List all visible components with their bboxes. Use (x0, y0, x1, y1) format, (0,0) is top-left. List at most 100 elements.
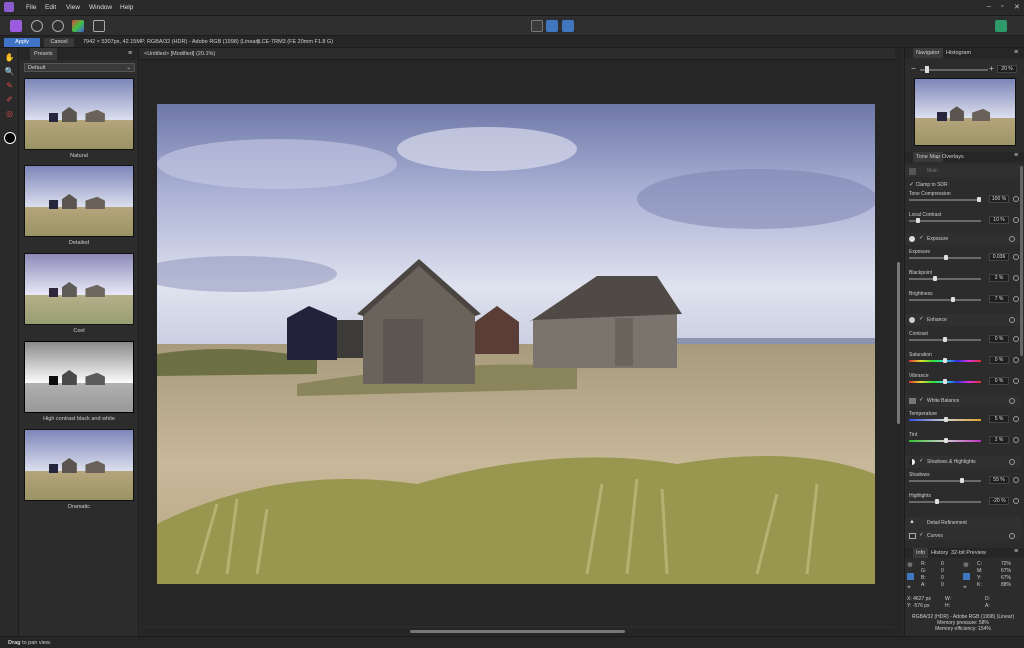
reset-icon[interactable] (1013, 498, 1019, 504)
reset-icon[interactable] (1013, 296, 1019, 302)
slider-knob[interactable] (943, 379, 947, 384)
paint-brush-icon[interactable]: ✎ (4, 80, 15, 91)
tone-mapping-persona-icon[interactable] (72, 20, 84, 32)
slider-value-field[interactable]: 0.036 (989, 253, 1009, 261)
document-tab[interactable]: <Untitled> [Modified] (20.1%) (140, 48, 895, 60)
horizontal-scrollbar[interactable] (140, 628, 895, 636)
maximize-icon[interactable]: ▫ (1001, 3, 1003, 10)
tab-overlays[interactable]: Overlays (939, 152, 967, 162)
panel-menu-icon[interactable]: ≡ (128, 50, 132, 57)
slider-value-field[interactable]: 0 % (989, 335, 1009, 343)
slider-knob[interactable] (944, 417, 949, 422)
document-image[interactable] (157, 104, 875, 584)
develop-persona-icon[interactable] (52, 20, 64, 32)
slider-knob[interactable] (932, 276, 937, 281)
curves-section-header[interactable]: ✓ Curves (905, 530, 1021, 540)
scroll-thumb[interactable] (410, 630, 625, 633)
tab-presets[interactable]: Presets (30, 48, 57, 60)
slider-value-field[interactable]: 55 % (989, 476, 1009, 484)
reset-icon[interactable] (1013, 217, 1019, 223)
preset-item[interactable]: High contrast black and white (24, 341, 134, 422)
reset-icon[interactable] (1013, 416, 1019, 422)
reset-icon[interactable] (1009, 459, 1015, 465)
shadows-highlights-section-header[interactable]: ✓ Shadows & Highlights (905, 456, 1021, 468)
view-mode-icon[interactable] (531, 20, 543, 32)
main-section-header[interactable]: Main (905, 165, 1021, 177)
account-icon[interactable] (995, 20, 1007, 32)
zoom-slider[interactable] (920, 69, 988, 71)
slider-value-field[interactable]: -20 % (989, 497, 1009, 505)
slider-knob[interactable] (934, 499, 939, 504)
slider-knob[interactable] (943, 358, 947, 363)
presets-category-dropdown[interactable]: Default ⌄ (24, 63, 135, 72)
detail-refinement-section-header[interactable]: ▲ Detail Refinement (905, 517, 1021, 529)
minimize-icon[interactable]: – (987, 3, 991, 10)
erase-brush-icon[interactable]: ✐ (4, 94, 15, 105)
slider-value-field[interactable]: 100 % (989, 195, 1009, 203)
zoom-in-icon[interactable]: + (989, 64, 994, 73)
hand-tool-icon[interactable]: ✋ (4, 52, 15, 63)
slider-track[interactable] (909, 480, 981, 482)
slider-knob[interactable] (944, 255, 949, 260)
slider-knob[interactable] (943, 337, 947, 342)
reset-icon[interactable] (1009, 317, 1015, 323)
panel-menu-icon[interactable]: ≡ (1014, 548, 1018, 555)
white-balance-section-header[interactable]: ✓ White Balance (905, 395, 1021, 407)
slider-knob[interactable] (915, 218, 920, 223)
panel-menu-icon[interactable]: ≡ (1014, 152, 1018, 159)
slider-track[interactable] (909, 501, 981, 503)
menu-help[interactable]: Help (120, 4, 133, 11)
cancel-button[interactable]: Cancel (44, 38, 74, 47)
reset-icon[interactable] (1013, 357, 1019, 363)
color-picker-icon[interactable] (907, 573, 914, 580)
zoom-tool-icon[interactable]: 🔍 (4, 66, 15, 77)
exposure-section-header[interactable]: ✓ Exposure (905, 233, 1021, 245)
slider-value-field[interactable]: 0 % (989, 356, 1009, 364)
slider-track[interactable] (909, 299, 981, 301)
mirror-view-icon[interactable] (562, 20, 574, 32)
tab-info[interactable]: Info (913, 548, 929, 558)
slider-track[interactable] (909, 220, 981, 222)
menu-file[interactable]: File (26, 4, 36, 11)
enhance-section-header[interactable]: ✓ Enhance (905, 314, 1021, 326)
scroll-thumb[interactable] (897, 262, 900, 424)
tab-histogram[interactable]: Histogram (943, 48, 974, 58)
reset-icon[interactable] (1009, 236, 1015, 242)
slider-knob[interactable] (943, 438, 948, 443)
slider-value-field[interactable]: 2 % (989, 436, 1009, 444)
slider-value-field[interactable]: 0 % (989, 377, 1009, 385)
slider-knob[interactable] (951, 297, 956, 302)
tab-navigator[interactable]: Navigator (913, 48, 943, 58)
preset-item[interactable]: Dramatic (24, 429, 134, 510)
reset-icon[interactable] (1013, 378, 1019, 384)
reset-icon[interactable] (1013, 254, 1019, 260)
slider-value-field[interactable]: 10 % (989, 216, 1009, 224)
photo-persona-icon[interactable] (10, 20, 22, 32)
slider-value-field[interactable]: 2 % (989, 274, 1009, 282)
color-swatch[interactable] (4, 132, 16, 144)
selection-brush-icon[interactable]: ◎ (4, 108, 15, 119)
export-persona-icon[interactable] (93, 20, 105, 32)
slider-knob[interactable] (977, 197, 981, 202)
apply-button[interactable]: Apply (4, 38, 40, 47)
eyedropper-icon[interactable]: ⊕ (963, 562, 969, 569)
slider-track[interactable] (909, 278, 981, 280)
split-view-icon[interactable] (546, 20, 558, 32)
eyedropper-icon[interactable]: ⊕ (907, 562, 913, 569)
zoom-out-icon[interactable]: − (911, 64, 916, 73)
reset-icon[interactable] (1013, 196, 1019, 202)
tab-32bit-preview[interactable]: 32-bit Preview (948, 548, 989, 558)
reset-icon[interactable] (1013, 477, 1019, 483)
navigator-preview[interactable] (914, 78, 1016, 146)
reset-icon[interactable] (1013, 275, 1019, 281)
slider-track[interactable] (909, 199, 981, 201)
zoom-slider-knob[interactable] (925, 66, 929, 73)
liquify-persona-icon[interactable] (31, 20, 43, 32)
slider-knob[interactable] (960, 478, 964, 483)
menu-edit[interactable]: Edit (45, 4, 56, 11)
clamp-to-sdr-checkbox[interactable]: ✓ Clamp to SDR (909, 181, 948, 188)
preset-item[interactable]: Cool (24, 253, 134, 334)
preset-item[interactable]: Detailed (24, 165, 134, 246)
vertical-scrollbar[interactable] (895, 48, 903, 636)
slider-value-field[interactable]: 5 % (989, 415, 1009, 423)
